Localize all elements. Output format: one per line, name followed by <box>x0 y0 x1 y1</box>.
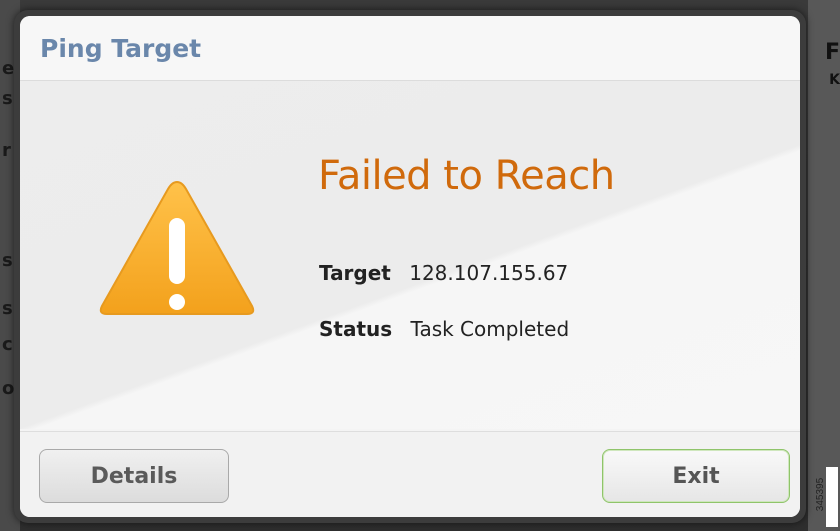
dialog-content: Failed to Reach Target 128.107.155.67 St… <box>20 81 800 429</box>
background-text: F <box>824 40 840 65</box>
background-text: e <box>2 58 15 79</box>
warning-icon <box>96 176 258 320</box>
target-value: 128.107.155.67 <box>409 261 569 285</box>
dialog-title-bar: Ping Target <box>20 16 800 81</box>
status-label: Status <box>319 317 393 341</box>
ping-target-dialog: Ping Target Failed to Reach Target 128.1… <box>14 10 806 523</box>
dialog-title: Ping Target <box>40 34 202 63</box>
target-row: Target 128.107.155.67 <box>319 261 568 285</box>
background-text: o <box>2 378 15 399</box>
background-text: s <box>2 88 13 109</box>
background-text: s <box>2 298 13 319</box>
details-button[interactable]: Details <box>39 449 229 503</box>
background-text: K <box>829 72 840 88</box>
figure-id-text: 345395 <box>815 477 827 512</box>
status-row: Status Task Completed <box>319 317 569 341</box>
status-value: Task Completed <box>410 317 570 341</box>
background-text: s <box>2 250 13 271</box>
dialog-body: Ping Target Failed to Reach Target 128.1… <box>20 16 800 517</box>
dialog-footer: Details Exit <box>20 431 800 517</box>
background-right-strip: F K <box>808 0 840 531</box>
background-text: c <box>2 334 13 355</box>
exit-button[interactable]: Exit <box>602 449 790 503</box>
figure-id-label: 345395 <box>815 467 838 527</box>
status-headline: Failed to Reach <box>318 153 615 199</box>
background-text: r <box>2 140 11 161</box>
target-label: Target <box>319 261 391 285</box>
